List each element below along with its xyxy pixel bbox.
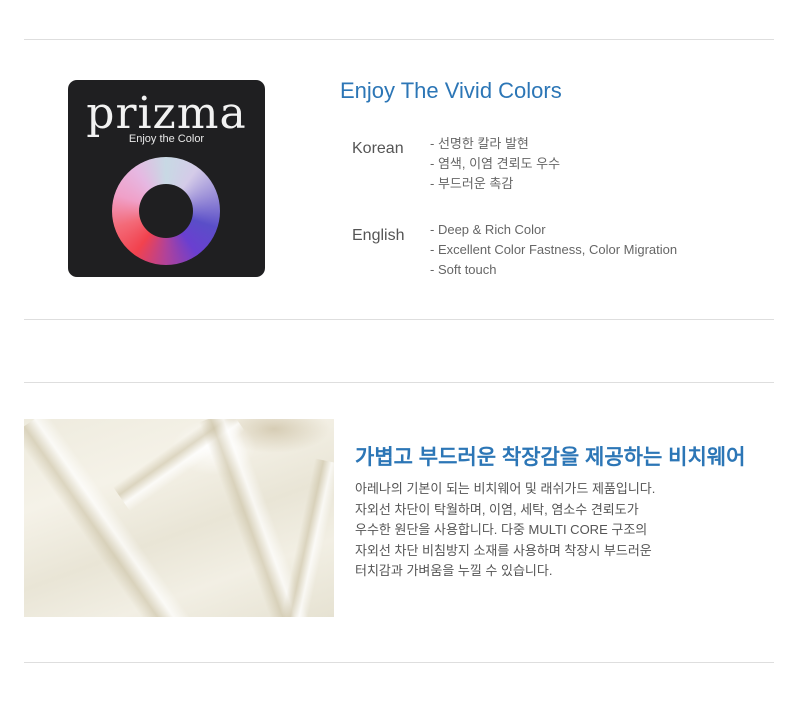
list-item: Deep & Rich Color <box>430 220 677 240</box>
top-divider <box>24 39 774 40</box>
description-line: 자외선 차단이 탁월하며, 이염, 세탁, 염소수 견뢰도가 <box>355 501 639 517</box>
section-heading-beachwear: 가볍고 부드러운 착장감을 제공하는 비치웨어 <box>355 446 746 469</box>
label-english: English <box>352 227 405 244</box>
bottom-divider <box>24 662 774 663</box>
logo-wordmark: prizma <box>86 88 247 139</box>
logo-tagline: Enjoy the Color <box>128 133 205 145</box>
list-item: 부드러운 촉감 <box>430 174 560 194</box>
description-line: 우수한 원단을 사용합니다. 다중 MULTI CORE 구조의 <box>355 522 648 537</box>
description-line: 자외선 차단 비침방지 소재를 사용하며 착장시 부드러운 <box>355 542 652 558</box>
label-korean: Korean <box>352 140 404 157</box>
prizma-logo: prizma Enjoy the Color <box>68 80 265 277</box>
fabric-image <box>24 419 334 617</box>
description-line: 터치감과 가벼움을 누낄 수 있습니다. <box>355 563 553 578</box>
section1-bottom-divider <box>24 319 774 320</box>
english-feature-list: Deep & Rich Color Excellent Color Fastne… <box>430 220 677 280</box>
color-ring-icon <box>112 157 220 265</box>
beachwear-description: 아레나의 기본이 되는 비치웨어 및 래쉬가드 제품입니다. 자외선 차단이 탁… <box>355 479 655 582</box>
section2-top-divider <box>24 382 774 383</box>
list-item: Excellent Color Fastness, Color Migratio… <box>430 240 677 260</box>
description-line: 아레나의 기본이 되는 비치웨어 및 래쉬가드 제품입니다. <box>355 481 656 496</box>
list-item: 염색, 이염 견뢰도 우수 <box>430 154 560 174</box>
korean-feature-list: 선명한 칼라 발현 염색, 이염 견뢰도 우수 부드러운 촉감 <box>430 134 560 194</box>
section-heading-vivid-colors: Enjoy The Vivid Colors <box>340 78 562 103</box>
list-item: Soft touch <box>430 260 677 280</box>
list-item: 선명한 칼라 발현 <box>430 134 560 154</box>
